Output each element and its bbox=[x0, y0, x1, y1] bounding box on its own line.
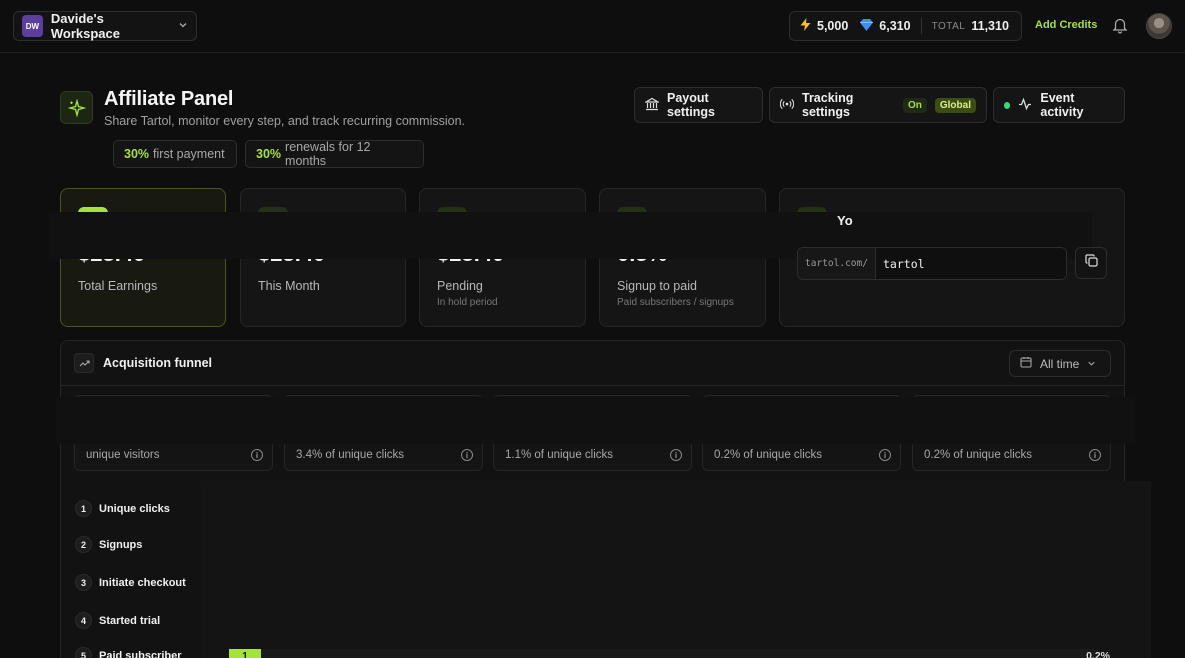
gem-credits-value: 6,310 bbox=[879, 19, 911, 33]
user-avatar[interactable] bbox=[1146, 13, 1172, 39]
broadcast-icon bbox=[779, 97, 795, 114]
payout-settings-button[interactable]: Payout settings bbox=[634, 87, 763, 123]
step-label: Unique clicks bbox=[99, 502, 170, 515]
divider bbox=[920, 18, 922, 34]
commission-first-payment-pill: 30% first payment bbox=[113, 140, 237, 168]
funnel-bar-track bbox=[229, 649, 1099, 658]
credits-summary[interactable]: 5,000 6,310 TOTAL 11,310 bbox=[789, 11, 1022, 41]
total-earnings-label: Total Earnings bbox=[78, 279, 158, 293]
event-activity-label: Event activity bbox=[1040, 91, 1084, 119]
bell-icon[interactable] bbox=[1111, 16, 1129, 34]
funnel-step: 4 Started trial bbox=[75, 612, 160, 629]
page-title: Affiliate Panel bbox=[104, 88, 234, 110]
total-credits-value: 11,310 bbox=[971, 19, 1009, 33]
tracking-settings-label: Tracking settings bbox=[802, 91, 854, 119]
step-label: Initiate checkout bbox=[99, 576, 186, 589]
referral-link-title: Yo bbox=[837, 213, 853, 228]
funnel-stat-caption: 3.4% of unique clicks bbox=[296, 449, 405, 461]
tracking-settings-button[interactable]: Tracking settings On Global bbox=[769, 87, 987, 123]
first-payment-text: first payment bbox=[153, 147, 225, 161]
add-credits-link[interactable]: Add Credits bbox=[1035, 19, 1097, 31]
commission-renewals-pill: 30% renewals for 12 months bbox=[245, 140, 424, 168]
event-activity-button[interactable]: Event activity bbox=[993, 87, 1125, 123]
info-icon[interactable]: i bbox=[251, 449, 263, 461]
funnel-step: 3 Initiate checkout bbox=[75, 574, 186, 591]
renewals-pct: 30% bbox=[256, 147, 282, 161]
date-range-value: All time bbox=[1040, 356, 1080, 371]
total-label: TOTAL bbox=[931, 20, 966, 32]
bank-icon bbox=[643, 97, 661, 114]
funnel-stat-caption: unique visitors bbox=[86, 449, 160, 461]
referral-slug-input[interactable] bbox=[876, 248, 1066, 279]
funnel-chart-area bbox=[201, 481, 1151, 658]
date-range-select[interactable]: All time bbox=[1009, 350, 1111, 377]
info-icon[interactable]: i bbox=[461, 449, 473, 461]
funnel-stat-caption: 0.2% of unique clicks bbox=[714, 449, 823, 461]
workspace-switcher[interactable]: DW Davide's Workspace bbox=[13, 11, 197, 41]
funnel-step: 1 Unique clicks bbox=[75, 500, 170, 517]
copy-icon bbox=[1084, 254, 1098, 272]
funnel-step: 5 Paid subscriber bbox=[75, 647, 182, 658]
funnel-stat-caption: 0.2% of unique clicks bbox=[924, 449, 1033, 461]
step-label: Started trial bbox=[99, 614, 161, 627]
activity-icon bbox=[1018, 97, 1032, 114]
funnel-header: Acquisition funnel All time bbox=[61, 341, 1124, 386]
step-label: Signups bbox=[99, 538, 143, 551]
loading-overlay bbox=[56, 397, 1135, 444]
step-number: 4 bbox=[75, 612, 92, 629]
copy-link-button[interactable] bbox=[1075, 247, 1107, 279]
top-bar: DW Davide's Workspace 5,000 6,310 TOTAL … bbox=[0, 0, 1185, 53]
signup-to-paid-label: Signup to paid bbox=[617, 279, 697, 293]
bolt-icon bbox=[800, 18, 811, 34]
first-payment-pct: 30% bbox=[124, 147, 150, 161]
bolt-credits-value: 5,000 bbox=[817, 19, 849, 33]
live-status-dot bbox=[1004, 101, 1011, 109]
workspace-name: Davide's Workspace bbox=[50, 11, 120, 41]
funnel-step: 2 Signups bbox=[75, 536, 142, 553]
signup-to-paid-sublabel: Paid subscribers / signups bbox=[617, 297, 734, 308]
tracking-scope-badge: Global bbox=[934, 97, 976, 113]
step-label: Paid subscriber bbox=[99, 649, 182, 658]
referral-link-field: tartol.com/ bbox=[797, 247, 1067, 280]
step-number: 2 bbox=[75, 536, 92, 553]
funnel-bar-percent: 0.2% bbox=[1086, 650, 1110, 658]
pending-sublabel: In hold period bbox=[437, 297, 498, 308]
trending-up-icon bbox=[74, 353, 94, 373]
workspace-avatar: DW bbox=[22, 15, 43, 37]
step-number: 5 bbox=[75, 647, 92, 658]
step-number: 1 bbox=[75, 500, 92, 517]
payout-settings-label: Payout settings bbox=[667, 91, 715, 119]
gem-icon bbox=[860, 18, 874, 34]
chevron-down-icon bbox=[1087, 357, 1096, 371]
referral-link-prefix: tartol.com/ bbox=[798, 248, 876, 279]
chevron-down-icon bbox=[178, 20, 188, 33]
page-subtitle: Share Tartol, monitor every step, and tr… bbox=[104, 114, 466, 128]
funnel-stat-caption: 1.1% of unique clicks bbox=[505, 449, 614, 461]
acquisition-funnel-panel: Acquisition funnel All time unique visit… bbox=[60, 340, 1151, 658]
pending-label: Pending bbox=[437, 279, 483, 293]
renewals-text: renewals for 12 months bbox=[285, 140, 371, 168]
info-icon[interactable]: i bbox=[670, 449, 682, 461]
info-icon[interactable]: i bbox=[879, 449, 891, 461]
sparkles-icon bbox=[60, 91, 93, 124]
info-icon[interactable]: i bbox=[1089, 449, 1101, 461]
tracking-status-badge: On bbox=[902, 97, 927, 113]
this-month-label: This Month bbox=[258, 279, 320, 293]
funnel-title: Acquisition funnel bbox=[103, 356, 213, 370]
step-number: 3 bbox=[75, 574, 92, 591]
calendar-icon bbox=[1020, 356, 1032, 371]
funnel-bar-fill: 1 bbox=[229, 649, 261, 658]
